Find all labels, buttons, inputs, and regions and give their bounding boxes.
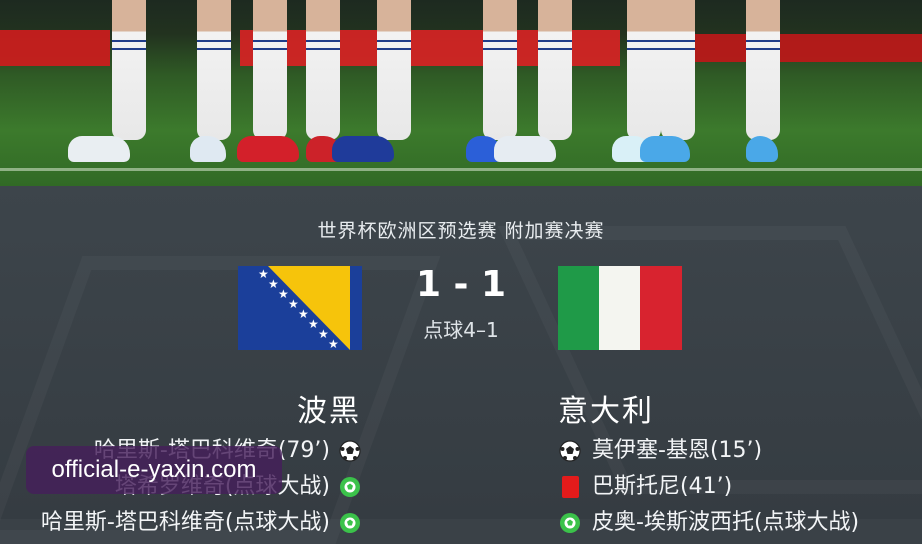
home-team-name: 波黑 — [297, 394, 361, 429]
watermark-link[interactable]: official-e-yaxin.com — [26, 446, 282, 494]
player-leg — [661, 0, 695, 140]
boot — [68, 136, 130, 162]
home-event-text: 哈里斯-塔巴科维奇(点球大战) — [40, 510, 330, 535]
player-leg — [538, 0, 572, 140]
home-event: 哈里斯-塔巴科维奇(点球大战) — [41, 508, 362, 538]
away-event: 皮奥-埃斯波西托(点球大战) — [558, 508, 859, 538]
away-event: 巴斯托尼(41’) — [558, 472, 732, 502]
player-leg — [377, 0, 411, 140]
boot — [494, 136, 556, 162]
boot — [640, 136, 690, 162]
away-event-text: 皮奥-埃斯波西托(点球大战) — [592, 510, 860, 535]
ad-board — [0, 30, 110, 66]
penalty-scored-icon — [338, 511, 362, 535]
player-leg — [197, 0, 231, 140]
penalty-scored-icon — [558, 511, 582, 535]
away-event: 莫伊塞-基恩(15’) — [558, 436, 762, 466]
ad-board — [690, 34, 922, 62]
boot — [746, 136, 778, 162]
away-team-name: 意大利 — [558, 394, 654, 429]
player-leg — [746, 0, 780, 140]
italy-flag-icon — [558, 266, 682, 350]
player-leg — [112, 0, 146, 140]
bosnia-herzegovina-flag-icon: ★ ★ ★ ★ ★ ★ ★ ★ — [238, 266, 362, 350]
svg-text:★: ★ — [328, 337, 339, 350]
penalty-scored-icon — [338, 475, 362, 499]
player-leg — [627, 0, 661, 140]
soccer-ball-icon — [558, 439, 582, 463]
red-card-icon — [558, 475, 582, 499]
header-photo — [0, 0, 922, 186]
player-leg — [253, 0, 287, 140]
away-event-text: 莫伊塞-基恩(15’) — [592, 438, 763, 463]
pitch-line — [0, 168, 922, 171]
boot — [332, 136, 394, 162]
penalty-score: 点球4–1 — [423, 318, 499, 342]
player-leg — [306, 0, 340, 140]
competition-title: 世界杯欧洲区预选赛 附加赛决赛 — [317, 220, 605, 242]
soccer-ball-icon — [338, 439, 362, 463]
player-leg — [483, 0, 517, 140]
boot — [237, 136, 299, 162]
away-event-text: 巴斯托尼(41’) — [592, 474, 733, 499]
score: 1 - 1 — [415, 264, 507, 305]
